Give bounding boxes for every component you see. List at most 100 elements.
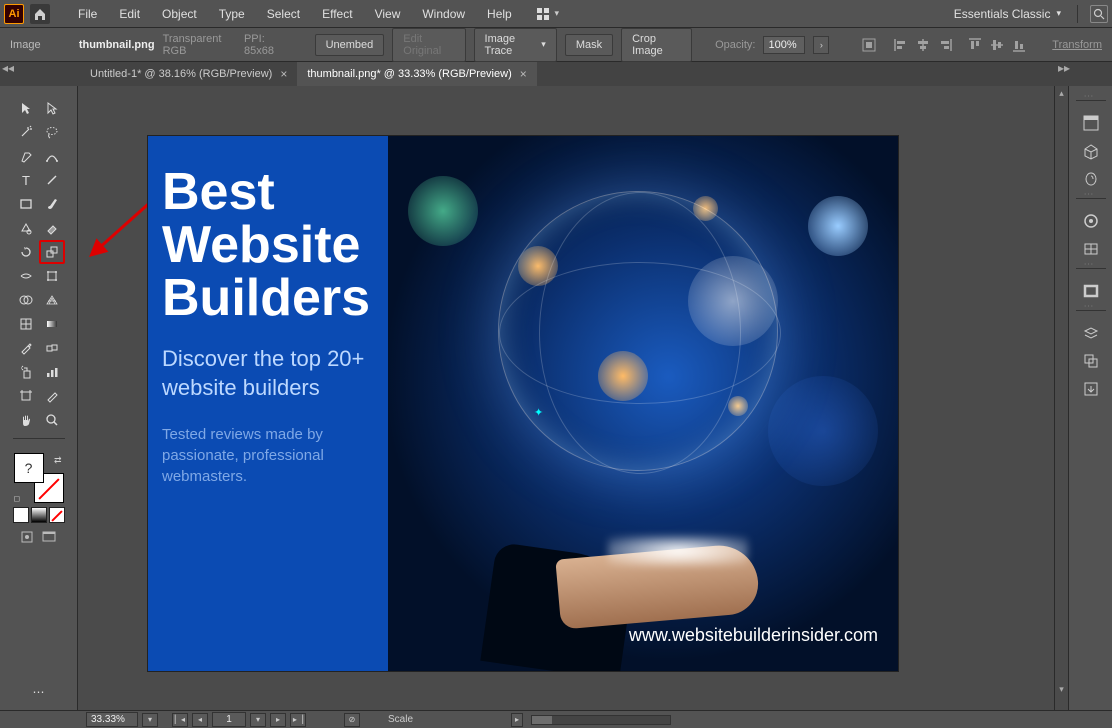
zoom-input[interactable] [86, 712, 138, 727]
shaper-tool[interactable] [13, 216, 39, 240]
libraries-panel-icon[interactable] [1077, 138, 1105, 164]
slice-tool[interactable] [39, 384, 65, 408]
align-top-icon[interactable] [965, 35, 985, 55]
opacity-chevron[interactable]: › [813, 36, 829, 54]
menu-select[interactable]: Select [257, 3, 310, 25]
image-trace-button[interactable]: Image Trace▾ [474, 28, 557, 62]
menu-object[interactable]: Object [152, 3, 207, 25]
align-hcenter-icon[interactable] [913, 35, 933, 55]
document-tab-1[interactable]: Untitled-1* @ 38.16% (RGB/Preview) × [80, 62, 297, 86]
align-bottom-icon[interactable] [1009, 35, 1029, 55]
workspace-label: Essentials Classic [954, 7, 1051, 21]
document-tab-2[interactable]: thumbnail.png* @ 33.33% (RGB/Preview) × [297, 62, 536, 86]
edit-toolbar-button[interactable]: ⋯ [26, 680, 52, 704]
fill-stroke-swatch[interactable]: ? ⇄ ◻ [14, 453, 64, 503]
scale-tool[interactable] [39, 240, 65, 264]
symbol-sprayer-tool[interactable] [13, 360, 39, 384]
align-vcenter-icon[interactable] [987, 35, 1007, 55]
menu-file[interactable]: File [68, 3, 107, 25]
placed-image[interactable]: Best Website Builders Discover the top 2… [148, 136, 898, 671]
color-swatch-gradient[interactable] [31, 507, 47, 523]
type-tool[interactable]: T [13, 168, 39, 192]
asset-export-panel-icon[interactable] [1077, 376, 1105, 402]
color-panel-icon[interactable] [1077, 208, 1105, 234]
swap-fill-stroke-icon[interactable]: ⇄ [54, 455, 62, 466]
scroll-up-icon[interactable]: ▴ [1055, 86, 1068, 100]
home-button[interactable] [30, 4, 50, 24]
menu-effect[interactable]: Effect [312, 3, 362, 25]
blend-tool[interactable] [39, 336, 65, 360]
artboard-tool[interactable] [13, 384, 39, 408]
menu-view[interactable]: View [365, 3, 411, 25]
color-swatch-none[interactable] [49, 507, 65, 523]
free-transform-tool[interactable] [39, 264, 65, 288]
horizontal-scrollbar[interactable] [531, 715, 671, 725]
paintbrush-tool[interactable] [39, 192, 65, 216]
selection-tool[interactable] [13, 96, 39, 120]
canvas[interactable]: Best Website Builders Discover the top 2… [78, 86, 1054, 710]
tab-close-icon[interactable]: × [280, 67, 287, 81]
arrange-documents-button[interactable]: ▾ [536, 4, 560, 24]
fill-swatch[interactable]: ? [14, 453, 44, 483]
direct-selection-tool[interactable] [39, 96, 65, 120]
last-artboard-button[interactable]: ▸▕ [290, 713, 306, 727]
next-artboard-button[interactable]: ▸ [270, 713, 286, 727]
hand-tool[interactable] [13, 408, 39, 432]
pen-tool[interactable] [13, 144, 39, 168]
ppi-info: PPI: 85x68 [244, 33, 290, 57]
hscroll-left[interactable]: ▸ [511, 713, 523, 727]
transform-link[interactable]: Transform [1052, 39, 1102, 51]
width-tool[interactable] [13, 264, 39, 288]
lasso-tool[interactable] [39, 120, 65, 144]
magic-wand-tool[interactable] [13, 120, 39, 144]
zoom-tool[interactable] [39, 408, 65, 432]
layers-panel-icon[interactable] [1077, 320, 1105, 346]
first-artboard-button[interactable]: ▏◂ [172, 713, 188, 727]
work-area: T ? ⇄ ◻ [0, 86, 1112, 710]
menu-type[interactable]: Type [209, 3, 255, 25]
isolate-icon[interactable] [859, 35, 879, 55]
color-swatch-solid[interactable] [13, 507, 29, 523]
top-menu-bar: Ai File Edit Object Type Select Effect V… [0, 0, 1112, 28]
gradient-tool[interactable] [39, 312, 65, 336]
column-graph-tool[interactable] [39, 360, 65, 384]
prev-artboard-button[interactable]: ◂ [192, 713, 208, 727]
menu-help[interactable]: Help [477, 3, 522, 25]
opacity-input[interactable] [763, 36, 805, 54]
eraser-tool[interactable] [39, 216, 65, 240]
expand-right-tabs[interactable]: ▸▸ [1056, 62, 1072, 74]
properties-panel-icon[interactable] [1077, 110, 1105, 136]
crop-image-button[interactable]: Crop Image [621, 28, 692, 62]
eyedropper-tool[interactable] [13, 336, 39, 360]
artwork-subtitle: Discover the top 20+ website builders [162, 345, 374, 402]
artboards-panel-icon[interactable] [1077, 348, 1105, 374]
screen-mode-icon[interactable] [41, 529, 59, 547]
draw-normal-icon[interactable] [19, 529, 37, 547]
cancel-op-button[interactable]: ⊘ [344, 713, 360, 727]
globe-graphic [498, 191, 778, 471]
perspective-grid-tool[interactable] [39, 288, 65, 312]
unembed-button[interactable]: Unembed [315, 34, 385, 56]
mesh-tool[interactable] [13, 312, 39, 336]
shape-builder-tool[interactable] [13, 288, 39, 312]
artboard-nav-dropdown[interactable]: ▾ [250, 713, 266, 727]
align-left-icon[interactable] [891, 35, 911, 55]
line-segment-tool[interactable] [39, 168, 65, 192]
default-fill-stroke-icon[interactable]: ◻ [14, 494, 21, 503]
rectangle-tool[interactable] [13, 192, 39, 216]
color-mode-row [13, 507, 65, 523]
zoom-dropdown[interactable]: ▾ [142, 713, 158, 727]
tab-close-icon[interactable]: × [520, 67, 527, 81]
search-button[interactable] [1090, 5, 1108, 23]
curvature-tool[interactable] [39, 144, 65, 168]
rotate-tool[interactable] [13, 240, 39, 264]
scroll-down-icon[interactable]: ▾ [1055, 682, 1068, 696]
menu-window[interactable]: Window [412, 3, 475, 25]
mask-button[interactable]: Mask [565, 34, 613, 56]
align-right-icon[interactable] [935, 35, 955, 55]
menu-edit[interactable]: Edit [109, 3, 150, 25]
vertical-scrollbar[interactable]: ▴ ▾ [1054, 86, 1068, 710]
workspace-switcher[interactable]: Essentials Classic ▾ [944, 3, 1071, 25]
expand-left-tabs[interactable]: ◂◂ [0, 62, 16, 74]
artboard-number-input[interactable] [212, 712, 246, 727]
